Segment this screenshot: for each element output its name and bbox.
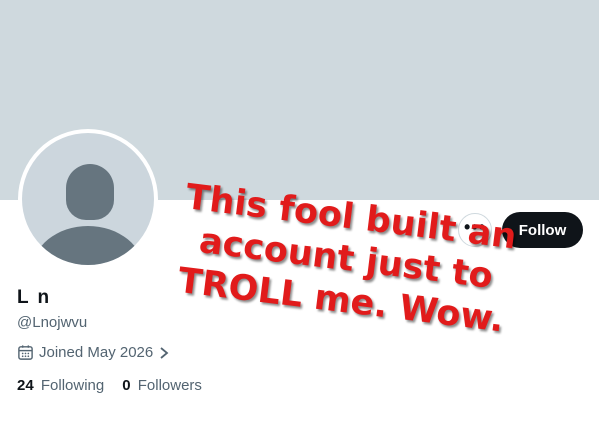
- calendar-icon: [18, 345, 33, 360]
- followers-count: 0: [122, 377, 131, 394]
- default-avatar-icon: [22, 133, 154, 265]
- followers-label: Followers: [137, 377, 202, 394]
- user-handle: @Lnojwvu: [17, 314, 88, 331]
- following-label: Following: [40, 377, 105, 394]
- joined-date[interactable]: Joined May 2026: [17, 344, 170, 361]
- following-count: 24: [17, 377, 34, 394]
- following-link[interactable]: 24 Following: [17, 377, 104, 394]
- chevron-right-icon: [160, 346, 169, 359]
- display-name: L n: [17, 287, 52, 308]
- overlay-caption: This fool built an account just to TROLL…: [170, 176, 523, 342]
- followers-link[interactable]: 0 Followers: [122, 377, 202, 394]
- avatar[interactable]: [18, 129, 158, 269]
- joined-label: Joined May 2026: [39, 344, 154, 361]
- follow-stats: 24 Following 0 Followers: [17, 377, 202, 394]
